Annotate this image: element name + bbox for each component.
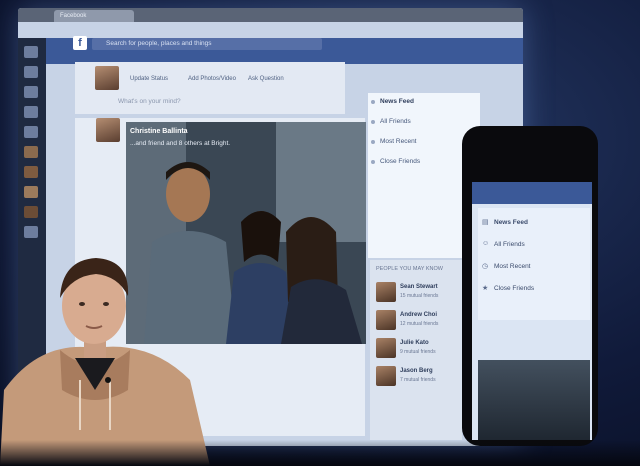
menu-item-all-friends[interactable]: All Friends (380, 118, 411, 125)
rail-friend-avatar[interactable] (24, 206, 38, 218)
rail-app-icon[interactable] (24, 126, 38, 138)
avatar[interactable] (376, 310, 396, 330)
list-item[interactable]: Sean Stewart (400, 284, 438, 290)
user-avatar[interactable] (95, 66, 119, 90)
clock-icon: ◷ (482, 263, 489, 270)
list-item-sub: 9 mutual friends (400, 349, 436, 355)
browser-tab[interactable]: Facebook (54, 10, 134, 22)
post-author[interactable]: Christine Ballinta (130, 128, 188, 135)
composer-placeholder[interactable]: What's on your mind? (118, 98, 181, 105)
menu-item-close-friends[interactable]: Close Friends (380, 158, 420, 165)
people-panel-title: PEOPLE YOU MAY KNOW (376, 266, 443, 272)
speaker-person (0, 258, 210, 466)
list-item[interactable]: Jason Berg (400, 368, 433, 374)
list-item-sub: 12 mutual friends (400, 321, 439, 327)
ask-question-action[interactable]: Ask Question (248, 76, 284, 82)
rail-app-icon[interactable] (24, 86, 38, 98)
rail-app-icon[interactable] (24, 66, 38, 78)
menu-item-news-feed[interactable]: News Feed (380, 98, 414, 105)
phone-menu-news-feed[interactable]: News Feed (494, 219, 528, 226)
all-friends-icon (371, 120, 375, 124)
rail-friend-avatar[interactable] (24, 186, 38, 198)
search-input[interactable]: Search for people, places and things (92, 38, 322, 50)
phone-facebook-bar (472, 182, 592, 204)
rail-friend-avatar[interactable] (24, 146, 38, 158)
phone-menu-all-friends[interactable]: All Friends (494, 241, 525, 248)
rail-friend-avatar[interactable] (24, 166, 38, 178)
rail-app-icon[interactable] (24, 106, 38, 118)
phone-menu-close-friends[interactable]: Close Friends (494, 285, 534, 292)
avatar[interactable] (376, 338, 396, 358)
update-status-action[interactable]: Update Status (130, 76, 168, 82)
list-item[interactable]: Julie Kato (400, 340, 429, 346)
friends-icon: ☺ (482, 240, 490, 247)
stage-floor-shadow (0, 440, 640, 466)
news-feed-icon: ▤ (482, 219, 489, 226)
list-item-sub: 15 mutual friends (400, 293, 439, 299)
list-item-sub: 7 mutual friends (400, 377, 436, 383)
phone-menu-most-recent[interactable]: Most Recent (494, 263, 531, 270)
list-item[interactable]: Andrew Choi (400, 312, 437, 318)
star-icon: ★ (482, 285, 489, 292)
poster-avatar[interactable] (96, 118, 120, 142)
phone-feed-photo[interactable] (478, 360, 590, 440)
most-recent-icon (371, 140, 375, 144)
menu-item-most-recent[interactable]: Most Recent (380, 138, 417, 145)
facebook-logo-icon[interactable]: f (73, 36, 87, 50)
post-caption: ...and friend and 8 others at Bright. (130, 140, 231, 147)
add-photos-action[interactable]: Add Photos/Video (188, 76, 236, 82)
avatar[interactable] (376, 282, 396, 302)
avatar[interactable] (376, 366, 396, 386)
rail-app-icon[interactable] (24, 46, 38, 58)
news-feed-icon (371, 100, 375, 104)
rail-app-icon[interactable] (24, 226, 38, 238)
close-friends-icon (371, 160, 375, 164)
